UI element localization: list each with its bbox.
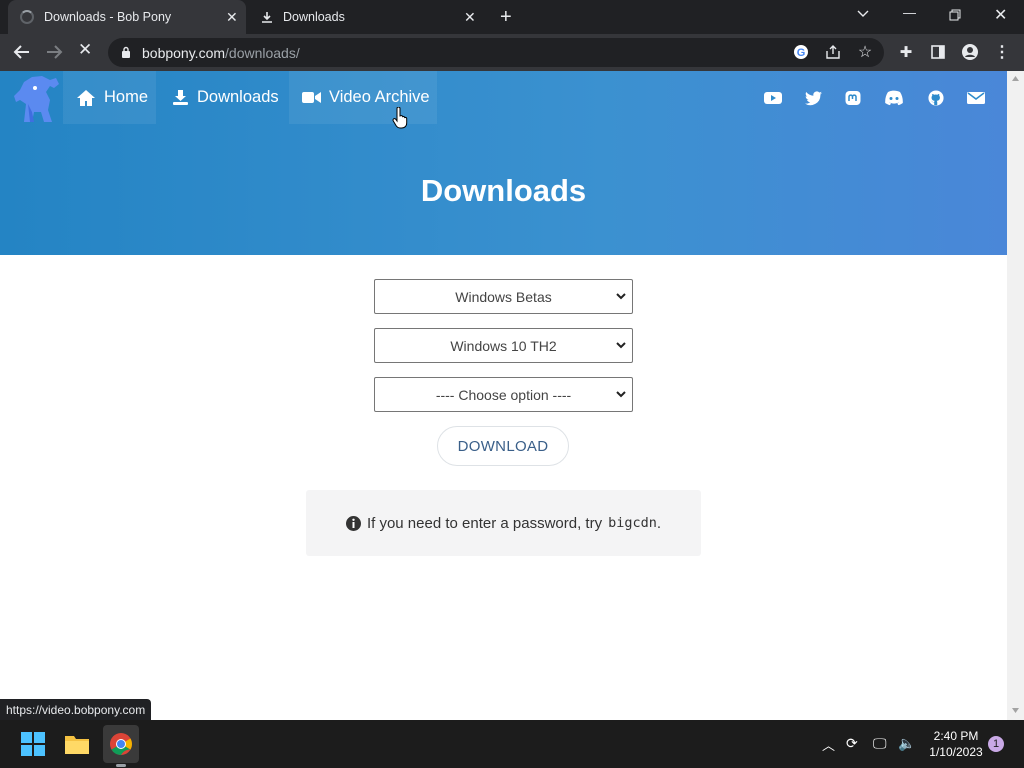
scroll-up-arrow-icon[interactable] (1012, 76, 1019, 81)
restore-button[interactable] (949, 9, 961, 21)
password-note: If you need to enter a password, try big… (306, 490, 701, 556)
close-window-button[interactable]: ✕ (994, 5, 1007, 25)
tab-strip: Downloads - Bob Pony ✕ Downloads ✕ + — ✕ (0, 0, 1024, 34)
email-icon[interactable] (967, 90, 985, 106)
chevron-down-icon (616, 293, 626, 300)
twitter-icon[interactable] (805, 90, 823, 106)
mastodon-icon[interactable] (844, 90, 862, 106)
system-clock[interactable]: 2:40 PM 1/10/2023 (926, 728, 986, 760)
scroll-down-arrow-icon[interactable] (1012, 708, 1019, 713)
option-select[interactable]: ---- Choose option ---- (374, 377, 633, 412)
page-scrollbar[interactable] (1007, 71, 1024, 720)
github-icon[interactable] (927, 90, 945, 106)
note-text: If you need to enter a password, try (366, 514, 603, 532)
tab-search-chevron-icon[interactable] (857, 9, 869, 19)
google-lens-icon[interactable]: G (792, 43, 810, 61)
tab-title: Downloads - Bob Pony (44, 10, 172, 24)
menu-kebab-icon[interactable]: ⋮ (993, 43, 1011, 61)
stop-loading-icon[interactable]: ✕ (78, 40, 92, 60)
page-title: Downloads (420, 173, 587, 208)
mouse-cursor-icon (392, 107, 408, 129)
back-arrow-icon[interactable] (13, 44, 31, 60)
profile-icon[interactable] (961, 43, 979, 61)
svg-text:G: G (797, 47, 806, 59)
notification-badge[interactable]: 1 (988, 736, 1004, 752)
forward-arrow-icon[interactable] (45, 44, 63, 60)
windows-taskbar: ︿ ⟳ 🖵 🔈 2:40 PM 1/10/2023 1 (0, 720, 1024, 768)
loading-spinner-icon (20, 10, 34, 24)
video-camera-icon (302, 92, 321, 103)
nav-video-archive[interactable]: Video Archive (302, 88, 430, 107)
note-end: . (656, 514, 662, 532)
clock-date: 1/10/2023 (929, 745, 983, 759)
extensions-icon[interactable]: ✚ (897, 43, 915, 61)
nav-video-archive-label: Video Archive (329, 88, 430, 106)
link-status-bubble: https://video.bobpony.com (0, 699, 152, 720)
nav-downloads-label: Downloads (197, 88, 279, 106)
category-select[interactable]: Windows Betas (374, 279, 633, 314)
tab-downloads[interactable]: Downloads ✕ (248, 0, 486, 34)
file-explorer-icon[interactable] (62, 729, 92, 759)
info-circle-icon (345, 515, 361, 531)
option-select-value: ---- Choose option ---- (435, 386, 572, 403)
download-icon (173, 90, 188, 105)
active-app-indicator (116, 764, 126, 767)
youtube-icon[interactable] (764, 90, 782, 106)
share-icon[interactable] (824, 43, 842, 61)
nav-home[interactable]: Home (76, 88, 148, 107)
windows-start-icon[interactable] (18, 729, 48, 759)
download-icon (262, 12, 272, 23)
close-tab-icon[interactable]: ✕ (464, 9, 476, 26)
url-text: bobpony.com/downloads/ (142, 45, 300, 61)
tab-title: Downloads (283, 10, 345, 24)
url-host: bobpony.com (142, 45, 226, 61)
password-code: bigcdn (608, 515, 657, 531)
version-select-value: Windows 10 TH2 (450, 337, 557, 354)
address-bar[interactable]: bobpony.com/downloads/ G ☆ (108, 38, 884, 67)
clock-time: 2:40 PM (933, 729, 979, 743)
tab-bob-pony[interactable]: Downloads - Bob Pony ✕ (8, 0, 246, 34)
home-icon (77, 89, 95, 106)
webpage: Home Downloads Video Archive Downloads W… (0, 71, 1007, 720)
hero-banner: Home Downloads Video Archive Downloads (0, 71, 1007, 255)
lock-icon[interactable] (121, 46, 131, 59)
browser-toolbar: ✕ bobpony.com/downloads/ G ☆ ✚ ⋮ (0, 34, 1024, 71)
volume-icon[interactable]: 🔈 (898, 735, 915, 752)
chrome-taskbar-icon[interactable] (103, 725, 139, 763)
discord-icon[interactable] (884, 90, 904, 106)
version-select[interactable]: Windows 10 TH2 (374, 328, 633, 363)
close-tab-icon[interactable]: ✕ (226, 9, 238, 26)
show-hidden-icons-chevron[interactable]: ︿ (822, 735, 835, 754)
side-panel-icon[interactable] (929, 43, 947, 61)
nav-downloads[interactable]: Downloads (172, 88, 279, 107)
url-path: /downloads/ (225, 45, 300, 61)
nav-home-label: Home (104, 88, 149, 106)
chevron-down-icon (616, 391, 626, 398)
sync-icon[interactable]: ⟳ (846, 735, 858, 752)
site-navbar: Home Downloads Video Archive (0, 71, 1007, 124)
network-icon[interactable]: 🖵 (873, 735, 887, 752)
category-select-value: Windows Betas (455, 288, 552, 305)
bookmark-star-icon[interactable]: ☆ (856, 43, 874, 61)
chevron-down-icon (616, 342, 626, 349)
new-tab-button[interactable]: + (500, 6, 512, 29)
bob-pony-logo[interactable] (10, 74, 62, 124)
minimize-button[interactable]: — (903, 5, 916, 20)
download-button[interactable]: DOWNLOAD (437, 426, 569, 466)
